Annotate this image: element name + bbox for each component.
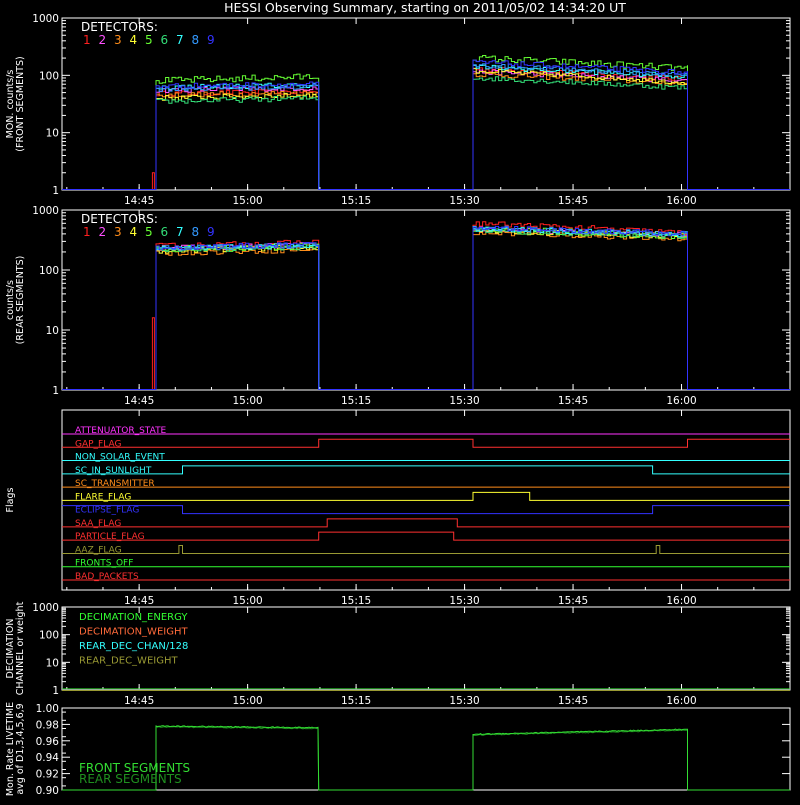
- flag-particle_flag-label: PARTICLE_FLAG: [75, 532, 145, 542]
- front-legend-title: DETECTORS:: [81, 20, 158, 34]
- rear-ytick-label: 1: [52, 385, 59, 397]
- livetime-ylabel-line: avg of D1,3,4,5,6,9: [15, 703, 26, 794]
- front-ytick-label: 1: [52, 185, 59, 197]
- front-xtick-label: 15:30: [449, 195, 479, 207]
- front-xtick-label: 16:00: [666, 195, 696, 207]
- front-legend-entry-3: 3: [114, 33, 122, 47]
- rear-xtick-label: 15:15: [341, 395, 371, 407]
- decimation-xtick-label: 14:45: [124, 695, 154, 707]
- rear-legend-entry-9: 9: [207, 225, 215, 239]
- flag-fronts_off-label: FRONTS_OFF: [75, 559, 133, 569]
- rear-legend-entry-5: 5: [145, 225, 153, 239]
- flags-xtick-label: 15:15: [341, 595, 371, 607]
- rear-legend-entry-6: 6: [161, 225, 169, 239]
- decimation-xtick-label: 15:45: [558, 695, 588, 707]
- livetime-ytick-label: 0.98: [36, 719, 59, 731]
- front-legend-entry-7: 7: [176, 33, 184, 47]
- livetime-ytick-label: 1.00: [36, 703, 59, 715]
- decimation-legend-decimation-energy: DECIMATION_ENERGY: [79, 612, 188, 623]
- flag-aaz_flag-label: AAZ_FLAG: [75, 545, 122, 555]
- flags-xtick-label: 14:45: [124, 595, 154, 607]
- livetime-ytick-label: 0.90: [36, 785, 59, 797]
- flag-sc_transmitter-label: SC_TRANSMITTER: [75, 479, 155, 489]
- rear-legend-entry-7: 7: [176, 225, 184, 239]
- decimation-ylabel-line: CHANNEL or weight: [15, 601, 26, 695]
- front-legend-entry-5: 5: [145, 33, 153, 47]
- flags-xtick-label: 15:45: [558, 595, 588, 607]
- flags-xtick-label: 15:00: [232, 595, 262, 607]
- flag-non_solar_event-label: NON_SOLAR_EVENT: [75, 453, 165, 463]
- decimation-xtick-label: 15:00: [232, 695, 262, 707]
- flags-xtick-label: 15:30: [449, 595, 479, 607]
- rear-legend-entry-3: 3: [114, 225, 122, 239]
- front-xtick-label: 15:15: [341, 195, 371, 207]
- livetime-ytick-label: 0.94: [36, 752, 60, 764]
- decimation-ytick-label: 1: [52, 685, 59, 697]
- front-ytick-label: 10: [46, 128, 59, 140]
- front-xtick-label: 14:45: [124, 195, 154, 207]
- rear-ytick-label: 1000: [32, 205, 59, 217]
- rear-legend-entry-2: 2: [99, 225, 107, 239]
- front-legend-entry-9: 9: [207, 33, 215, 47]
- rear-legend-entry-4: 4: [130, 225, 138, 239]
- flag-bad_packets-label: BAD_PACKETS: [75, 572, 139, 582]
- rear-xtick-label: 15:30: [449, 395, 479, 407]
- decimation-xtick-label: 16:00: [666, 695, 696, 707]
- livetime-legend-rear-segments: REAR SEGMENTS: [79, 772, 182, 786]
- front-xtick-label: 15:00: [232, 195, 262, 207]
- flag-eclipse_flag-label: ECLIPSE_FLAG: [75, 506, 139, 516]
- decimation-ytick-label: 10: [46, 657, 59, 669]
- rear-legend-title: DETECTORS:: [81, 212, 158, 226]
- rear-xtick-label: 16:00: [666, 395, 696, 407]
- decimation-legend-rear-dec-weight: REAR_DEC_WEIGHT: [79, 656, 178, 667]
- front-legend-entry-2: 2: [99, 33, 107, 47]
- flags-xtick-label: 16:00: [666, 595, 696, 607]
- decimation-legend-rear-dec-chan-128: REAR_DEC_CHAN/128: [79, 641, 188, 652]
- rear-xtick-label: 15:45: [558, 395, 588, 407]
- decimation-xtick-label: 15:15: [341, 695, 371, 707]
- front-xtick-label: 15:45: [558, 195, 588, 207]
- front-legend-entry-8: 8: [192, 33, 200, 47]
- rear-legend-entry-8: 8: [192, 225, 200, 239]
- rear-ytick-label: 10: [46, 325, 59, 337]
- figure-title: HESSI Observing Summary, starting on 201…: [224, 0, 626, 15]
- rear-ylabel-line: (REAR SEGMENTS): [15, 256, 26, 345]
- flag-gap_flag-label: GAP_FLAG: [75, 439, 121, 449]
- decimation-ytick-label: 100: [39, 630, 59, 642]
- figure-canvas: HESSI Observing Summary, starting on 201…: [0, 0, 800, 800]
- rear-xtick-label: 14:45: [124, 395, 154, 407]
- decimation-legend-decimation-weight: DECIMATION_WEIGHT: [79, 627, 188, 638]
- livetime-ytick-label: 0.92: [36, 769, 59, 781]
- rear-xtick-label: 15:00: [232, 395, 262, 407]
- front-ytick-label: 1000: [32, 13, 59, 25]
- front-ytick-label: 100: [39, 70, 59, 82]
- front-legend-entry-6: 6: [161, 33, 169, 47]
- front-legend-entry-4: 4: [130, 33, 138, 47]
- decimation-xtick-label: 15:30: [449, 695, 479, 707]
- flag-sc_in_sunlight-label: SC_IN_SUNLIGHT: [75, 466, 152, 476]
- flags-ylabel-line: Flags: [5, 487, 16, 512]
- flag-flare_flag-label: FLARE_FLAG: [75, 492, 131, 502]
- hessi-summary-figure: HESSI Observing Summary, starting on 201…: [0, 0, 800, 800]
- rear-legend-entry-1: 1: [83, 225, 91, 239]
- front-ylabel-line: (FRONT SEGMENTS): [15, 56, 26, 151]
- front-legend-entry-1: 1: [83, 33, 91, 47]
- rear-ytick-label: 100: [39, 265, 59, 277]
- flag-attenuator_state-label: ATTENUATOR_STATE: [75, 426, 167, 436]
- flag-saa_flag-label: SAA_FLAG: [75, 519, 121, 529]
- livetime-ytick-label: 0.96: [36, 736, 60, 748]
- decimation-ytick-label: 1000: [32, 602, 59, 614]
